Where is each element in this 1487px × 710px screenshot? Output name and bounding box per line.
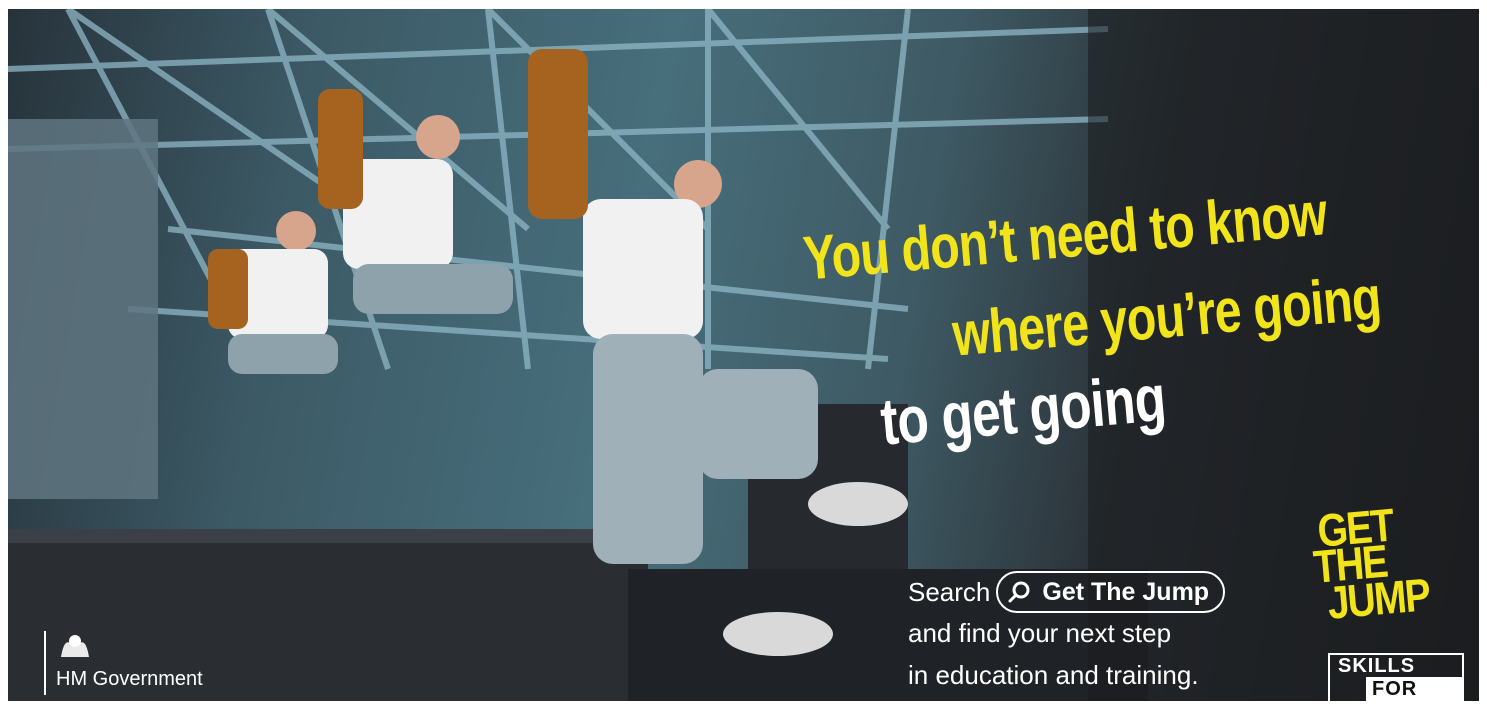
for-life-label: FOR LIFE [1366,677,1462,701]
jumping-figure-2 [318,89,513,314]
campaign-banner: You don’t need to know where you’re goin… [8,9,1479,701]
hm-government-logo: HM Government [44,631,203,695]
call-to-action: Search Get The Jump and find your next s… [908,571,1226,697]
government-label: HM Government [56,668,203,690]
search-term: Get The Jump [1042,578,1210,606]
machine-left [8,119,158,499]
search-word: Search [908,577,991,607]
search-pill: Get The Jump [996,571,1226,613]
search-icon [1008,581,1030,603]
skills-for-life-badge: SKILLS FOR LIFE [1328,653,1464,701]
skills-label: SKILLS [1338,655,1416,677]
logo-word-jump: JUMP [1325,568,1432,629]
cta-line-3: in education and training. [908,660,1199,690]
get-the-jump-logo: GET THE JUMP SKILLS FOR LIFE [1302,498,1472,701]
hangar-photo [8,9,1479,701]
royal-crest-icon [58,631,203,664]
cta-line-2: and find your next step [908,618,1172,648]
